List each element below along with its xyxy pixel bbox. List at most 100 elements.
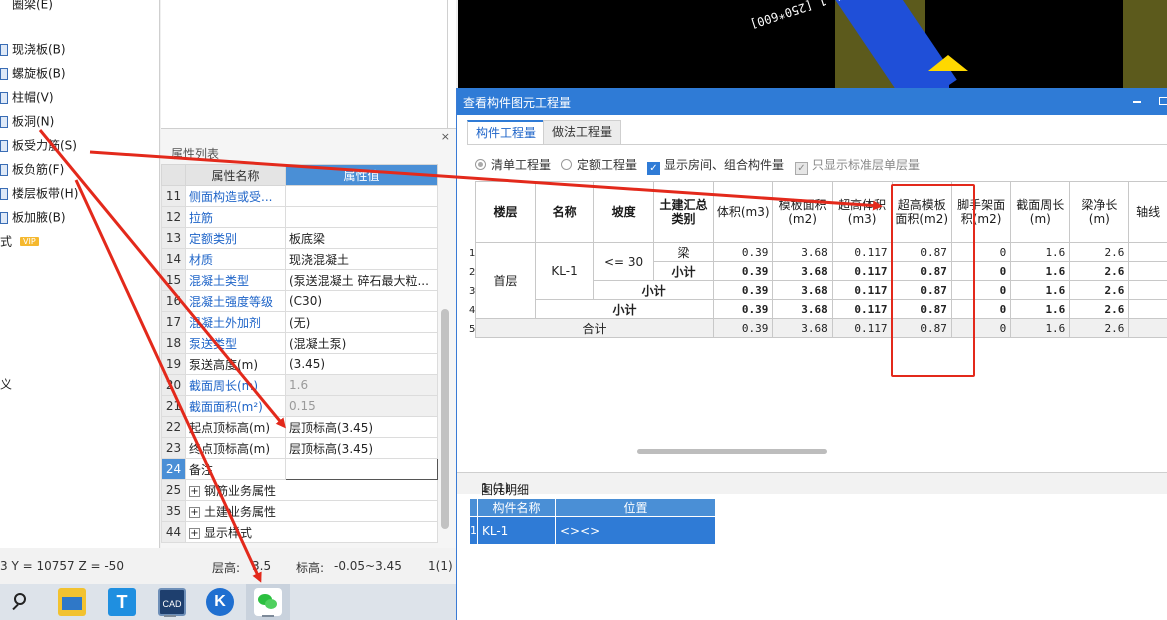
tree-item-label: 现浇板(B) — [12, 42, 66, 57]
direction-arrow-icon — [928, 55, 968, 71]
property-row[interactable]: 17 混凝土外加剂 (无) — [161, 311, 438, 333]
tree-item-cast-slab[interactable]: 现浇板(B) — [0, 39, 66, 59]
property-row[interactable]: 20 截面周长(m) 1.6 — [161, 374, 438, 396]
slab-icon — [0, 115, 8, 128]
property-row[interactable]: 19 泵送高度(m) (3.45) — [161, 353, 438, 375]
tree-item-slab-neg-rebar[interactable]: 板负筋(F) — [0, 159, 64, 179]
expand-icon[interactable]: + — [189, 527, 200, 539]
cell-total-label: 合计 — [475, 318, 714, 338]
cell-perimeter: 1.6 — [1010, 299, 1071, 319]
property-row[interactable]: 22 起点顶标高(m) 层顶标高(3.45) — [161, 416, 438, 438]
row-number: 16 — [161, 290, 186, 312]
cell-axis — [1128, 280, 1167, 300]
cell-volume: 0.39 — [712, 280, 774, 300]
property-value: 1.6 — [285, 374, 438, 396]
property-name: 截面面积(m²) — [185, 395, 286, 417]
property-value[interactable] — [285, 185, 438, 207]
property-row[interactable]: 21 截面面积(m²) 0.15 — [161, 395, 438, 417]
property-row[interactable]: 13 定额类别 板底梁 — [161, 227, 438, 249]
tree-item-spiral-slab[interactable]: 螺旋板(B) — [0, 63, 66, 83]
property-row[interactable]: 16 混凝土强度等级 (C30) — [161, 290, 438, 312]
tab-component-quantity[interactable]: 构件工程量 — [467, 120, 546, 144]
tree-item-floor-slab-strip[interactable]: 楼层板带(H) — [0, 183, 78, 203]
tree-item-partial[interactable]: 义 — [0, 374, 12, 394]
table-row[interactable]: 小计 0.39 3.68 0.117 0.87 0 1.6 2.6 — [476, 299, 1167, 319]
cell-name: KL-1 — [534, 242, 595, 300]
tree-item-slab-haunch[interactable]: 板加腋(B) — [0, 207, 66, 227]
header-name: 名称 — [534, 181, 595, 243]
check-show-room[interactable]: ✓ 显示房间、组合构件量 — [647, 156, 784, 175]
maximize-icon[interactable] — [1159, 97, 1167, 105]
file-explorer-icon[interactable] — [58, 588, 86, 616]
property-group: + 土建业务属性 — [185, 500, 438, 522]
radio-bill-quantity[interactable]: 清单工程量 — [475, 156, 551, 173]
tree-item-slab-main-rebar[interactable]: 板受力筋(S) — [0, 135, 77, 155]
check-standard-floor[interactable]: ✓ 只显示标准层单层量 — [795, 156, 920, 175]
column-header-name: 属性名称 — [185, 164, 286, 186]
property-row[interactable]: 12 拉筋 — [161, 206, 438, 228]
minimize-icon[interactable] — [1133, 101, 1141, 103]
row-number: 1 — [469, 248, 476, 259]
horizontal-scrollbar[interactable] — [637, 449, 827, 454]
property-row[interactable]: 18 泵送类型 (混凝土泵) — [161, 332, 438, 354]
expand-icon[interactable]: + — [189, 485, 200, 497]
property-value[interactable]: 现浇混凝土 — [285, 248, 438, 270]
search-lens — [14, 593, 26, 605]
property-value[interactable] — [285, 206, 438, 228]
table-row-total[interactable]: 合计 0.39 3.68 0.117 0.87 0 1.6 2.6 — [475, 318, 1167, 338]
cell-volume: 0.39 — [712, 242, 774, 262]
dialog-title-bar[interactable]: 查看构件图元工程量 — [457, 88, 1167, 115]
detail-table: 构件名称 位置 1 KL-1 <><> — [469, 498, 716, 545]
tree-item-style[interactable]: 式 VIP — [0, 231, 39, 251]
row-number: 19 — [161, 353, 186, 375]
3d-viewport[interactable]: KL-1 [250*600] — [458, 0, 1167, 90]
row-number: 24 — [161, 458, 186, 480]
property-row[interactable]: 15 混凝土类型 (泵送混凝土 碎石最大粒... — [161, 269, 438, 291]
property-value[interactable]: (混凝土泵) — [285, 332, 438, 354]
detail-row[interactable]: 1 KL-1 <><> — [469, 516, 716, 545]
cad-icon[interactable]: CAD — [158, 588, 186, 616]
row-number: 2 — [469, 267, 476, 278]
property-row-selected[interactable]: 24 备注 — [161, 458, 438, 480]
table-row[interactable]: 首层 KL-1 <= 30 梁 0.39 3.68 0.117 0.87 0 1… — [475, 242, 1167, 319]
cell-net-length: 2.6 — [1069, 318, 1130, 338]
k-app-icon[interactable]: K — [206, 588, 234, 616]
tree-item-label: 板洞(N) — [12, 114, 55, 129]
tree-item-label: 板负筋(F) — [12, 162, 65, 177]
property-group-row[interactable]: 44 + 显示样式 — [161, 521, 438, 543]
detail-section-header: 图元明细 1 (1) — [457, 472, 1167, 497]
property-row[interactable]: 23 终点顶标高(m) 层顶标高(3.45) — [161, 437, 438, 459]
property-row[interactable]: 11 侧面构造或受... — [161, 185, 438, 207]
cell-high-volume: 0.117 — [831, 280, 893, 300]
t-app-icon[interactable]: T — [108, 588, 136, 616]
property-value[interactable]: (泵送混凝土 碎石最大粒... — [285, 269, 438, 291]
property-scrollbar[interactable] — [441, 309, 449, 529]
expand-icon[interactable]: + — [189, 506, 200, 518]
property-value[interactable]: (C30) — [285, 290, 438, 312]
property-group-row[interactable]: 25 + 钢筋业务属性 — [161, 479, 438, 501]
cell-net-length: 2.6 — [1069, 299, 1130, 319]
remark-input[interactable] — [285, 458, 438, 480]
property-value[interactable]: (无) — [285, 311, 438, 333]
property-value[interactable]: (3.45) — [285, 353, 438, 375]
property-group-row[interactable]: 35 + 土建业务属性 — [161, 500, 438, 522]
tree-item-column-cap[interactable]: 柱帽(V) — [0, 87, 54, 107]
property-value[interactable]: 层顶标高(3.45) — [285, 437, 438, 459]
quantity-table: 楼层 名称 坡度 土建汇总类别 体积(m3) 模板面积(m2) 超高体积(m3)… — [475, 181, 1167, 338]
tab-method-quantity[interactable]: 做法工程量 — [543, 120, 622, 144]
slab-icon — [0, 187, 8, 200]
close-icon[interactable]: × — [441, 130, 450, 143]
tree-item-ring-beam[interactable]: 圈梁(E) — [12, 0, 53, 14]
property-name: 泵送高度(m) — [185, 353, 286, 375]
search-icon[interactable] — [8, 588, 36, 616]
property-group-label: 钢筋业务属性 — [204, 483, 277, 498]
property-row[interactable]: 14 材质 现浇混凝土 — [161, 248, 438, 270]
header-floor: 楼层 — [475, 181, 536, 243]
tree-item-slab-hole[interactable]: 板洞(N) — [0, 111, 54, 131]
property-value[interactable]: 层顶标高(3.45) — [285, 416, 438, 438]
wechat-icon[interactable] — [254, 588, 282, 616]
radio-quota-quantity[interactable]: 定额工程量 — [561, 156, 637, 173]
status-bar: 3 Y = 10757 Z = -50 层高: 3.5 标高: -0.05~3.… — [0, 548, 456, 584]
property-value[interactable]: 板底梁 — [285, 227, 438, 249]
detail-component-name: KL-1 — [477, 516, 556, 545]
